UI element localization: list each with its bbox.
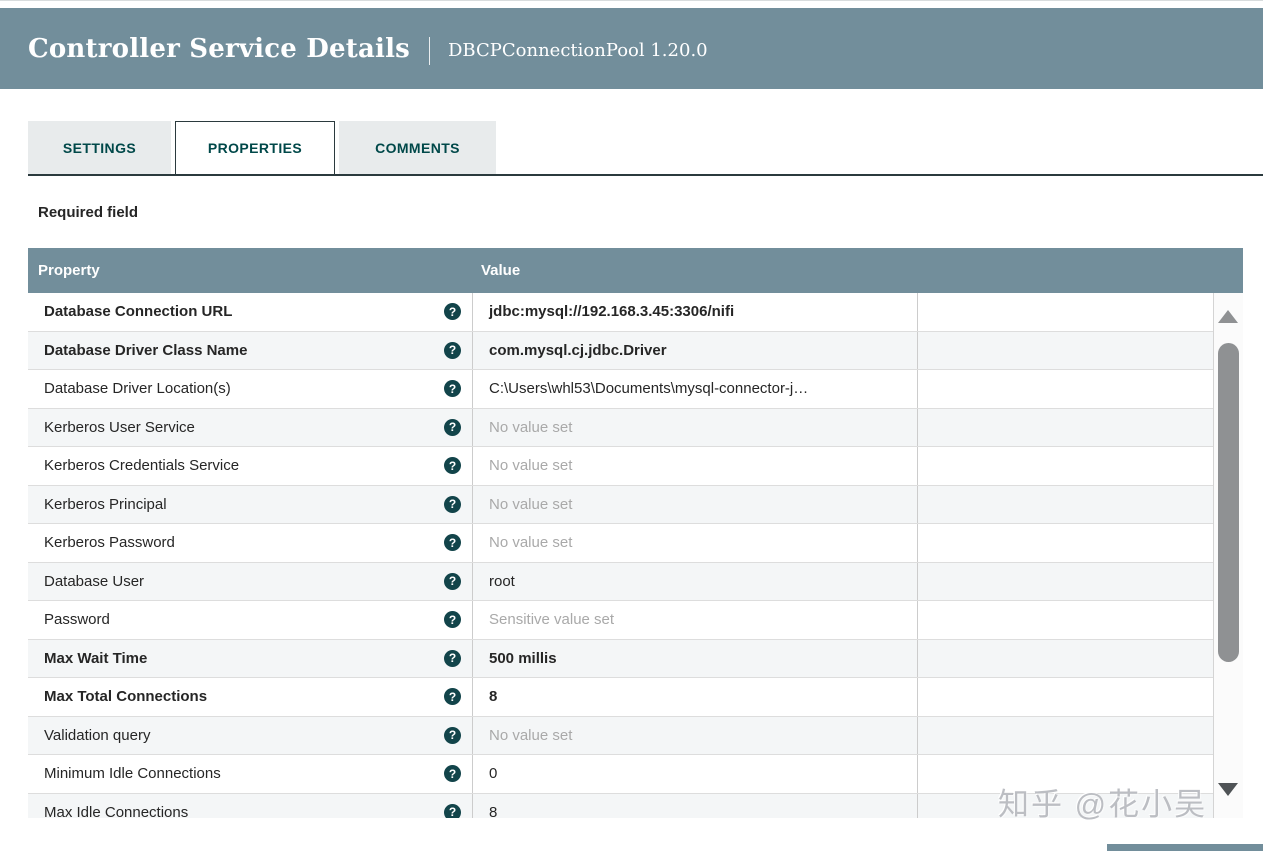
table-scrollbar[interactable] (1213, 293, 1243, 818)
property-value: 8 (473, 794, 918, 819)
property-value: No value set (473, 524, 918, 562)
scrollbar-thumb[interactable] (1218, 343, 1239, 662)
property-value: C:\Users\whl53\Documents\mysql-connector… (473, 370, 918, 408)
ok-button-clipped[interactable] (1107, 844, 1263, 851)
property-value: 500 millis (473, 640, 918, 678)
properties-table: Property Value Database Connection URL? … (28, 248, 1243, 818)
property-value: No value set (473, 409, 918, 447)
property-name: Database User (44, 573, 144, 590)
property-value: jdbc:mysql://192.168.3.45:3306/nifi (473, 293, 918, 331)
tab-settings[interactable]: SETTINGS (28, 121, 171, 174)
table-row: Kerberos Password? No value set (28, 524, 1213, 563)
property-value: 8 (473, 678, 918, 716)
table-row: Validation query? No value set (28, 717, 1213, 756)
help-icon[interactable]: ? (444, 380, 461, 397)
property-value: No value set (473, 447, 918, 485)
table-row: Kerberos User Service? No value set (28, 409, 1213, 448)
table-row: Max Wait Time? 500 millis (28, 640, 1213, 679)
property-name: Kerberos User Service (44, 419, 195, 436)
table-row: Kerberos Principal? No value set (28, 486, 1213, 525)
property-name: Max Total Connections (44, 688, 207, 705)
column-header-value: Value (473, 262, 1243, 279)
property-value: No value set (473, 717, 918, 755)
property-name: Password (44, 611, 110, 628)
table-row: Max Idle Connections? 8 (28, 794, 1213, 819)
service-name-version: DBCPConnectionPool 1.20.0 (448, 40, 708, 61)
table-rows: Database Connection URL? jdbc:mysql://19… (28, 293, 1213, 818)
property-name: Max Wait Time (44, 650, 147, 667)
property-name: Database Driver Location(s) (44, 380, 231, 397)
property-name: Max Idle Connections (44, 804, 188, 818)
property-name: Validation query (44, 727, 150, 744)
table-row: Database Driver Class Name? com.mysql.cj… (28, 332, 1213, 371)
table-row: Database Connection URL? jdbc:mysql://19… (28, 293, 1213, 332)
property-name: Kerberos Principal (44, 496, 167, 513)
help-icon[interactable]: ? (444, 419, 461, 436)
help-icon[interactable]: ? (444, 342, 461, 359)
table-row: Database Driver Location(s)? C:\Users\wh… (28, 370, 1213, 409)
table-row: Minimum Idle Connections? 0 (28, 755, 1213, 794)
property-value: Sensitive value set (473, 601, 918, 639)
property-name: Kerberos Credentials Service (44, 457, 239, 474)
help-icon[interactable]: ? (444, 804, 461, 818)
table-row: Kerberos Credentials Service? No value s… (28, 447, 1213, 486)
tab-properties[interactable]: PROPERTIES (175, 121, 335, 174)
table-row: Password? Sensitive value set (28, 601, 1213, 640)
table-header-row: Property Value (28, 248, 1243, 293)
property-name: Kerberos Password (44, 534, 175, 551)
tab-comments[interactable]: COMMENTS (339, 121, 496, 174)
help-icon[interactable]: ? (444, 765, 461, 782)
dialog-header: Controller Service Details DBCPConnectio… (0, 8, 1263, 89)
help-icon[interactable]: ? (444, 650, 461, 667)
help-icon[interactable]: ? (444, 457, 461, 474)
property-value: 0 (473, 755, 918, 793)
table-row: Database User? root (28, 563, 1213, 602)
help-icon[interactable]: ? (444, 688, 461, 705)
help-icon[interactable]: ? (444, 727, 461, 744)
property-name: Database Driver Class Name (44, 342, 247, 359)
title-divider (429, 37, 430, 65)
scroll-down-arrow-icon[interactable] (1218, 783, 1238, 796)
property-value: root (473, 563, 918, 601)
column-header-property: Property (28, 262, 473, 279)
help-icon[interactable]: ? (444, 611, 461, 628)
tab-bar: SETTINGS PROPERTIES COMMENTS (28, 121, 1263, 176)
dialog-top-border (0, 0, 1263, 1)
table-body: Database Connection URL? jdbc:mysql://19… (28, 293, 1243, 818)
scroll-up-arrow-icon[interactable] (1218, 310, 1238, 323)
required-field-note: Required field (38, 204, 138, 221)
help-icon[interactable]: ? (444, 573, 461, 590)
property-name: Database Connection URL (44, 303, 232, 320)
controller-service-details-dialog: Controller Service Details DBCPConnectio… (0, 0, 1263, 851)
property-value: com.mysql.cj.jdbc.Driver (473, 332, 918, 370)
property-value: No value set (473, 486, 918, 524)
help-icon[interactable]: ? (444, 534, 461, 551)
table-row: Max Total Connections? 8 (28, 678, 1213, 717)
property-name: Minimum Idle Connections (44, 765, 221, 782)
help-icon[interactable]: ? (444, 303, 461, 320)
help-icon[interactable]: ? (444, 496, 461, 513)
dialog-title: Controller Service Details (28, 34, 410, 64)
